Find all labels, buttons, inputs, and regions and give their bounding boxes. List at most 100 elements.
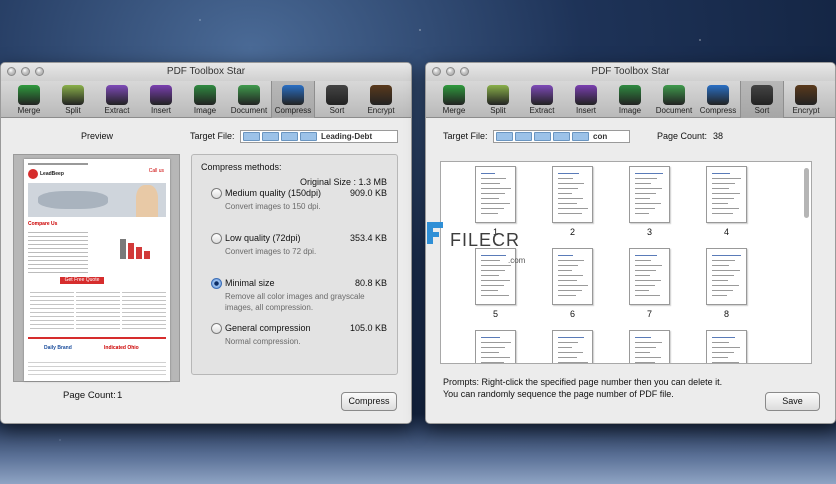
- split-icon: [62, 85, 84, 105]
- tool-compress[interactable]: Compress: [696, 81, 740, 118]
- page-number-label: 2: [569, 227, 575, 237]
- toolbar: Merge Split Extract Insert Image Document Comp…: [426, 81, 835, 118]
- target-file-name: con: [593, 132, 608, 141]
- image-icon: [619, 85, 641, 105]
- save-button[interactable]: Save: [765, 392, 820, 411]
- tool-image[interactable]: Image: [608, 81, 652, 118]
- compress-icon: [707, 85, 729, 105]
- extract-icon: [531, 85, 553, 105]
- compress-methods-title: Compress methods:: [201, 162, 282, 172]
- tool-document[interactable]: Document: [652, 81, 696, 118]
- tool-document[interactable]: Document: [227, 81, 271, 118]
- tool-label: Merge: [17, 106, 41, 115]
- page-thumbnail[interactable]: [552, 330, 593, 363]
- tool-label: Compress: [699, 106, 737, 115]
- tool-merge[interactable]: Merge: [7, 81, 51, 118]
- tool-extract[interactable]: Extract: [95, 81, 139, 118]
- page-thumbnail[interactable]: [706, 166, 747, 223]
- page-thumbnail[interactable]: [706, 248, 747, 305]
- page-thumbnail-grid[interactable]: 12345678: [440, 161, 812, 364]
- toolbar: Merge Split Extract Insert Image Document Comp…: [1, 81, 411, 118]
- tool-label: Compress: [274, 106, 312, 115]
- compress-option-radio[interactable]: [211, 278, 222, 289]
- target-file-path[interactable]: con: [493, 130, 630, 143]
- tool-label: Image: [618, 106, 642, 115]
- page-thumbnail[interactable]: [552, 248, 593, 305]
- prompt-line-1: Prompts: Right-click the specified page …: [443, 377, 723, 387]
- target-file-path[interactable]: Leading-Debt: [240, 130, 398, 143]
- page-number-label: 3: [646, 227, 652, 237]
- compress-option-radio[interactable]: [211, 323, 222, 334]
- page-thumbnail[interactable]: [475, 166, 516, 223]
- page-number-label: 8: [723, 309, 729, 319]
- tool-label: Sort: [329, 106, 345, 115]
- page-thumbnail[interactable]: [629, 248, 670, 305]
- preview-page: LeadBeep Call us Compare Us Get Free Quo…: [24, 159, 170, 381]
- watermark-text: FILECR: [450, 230, 521, 250]
- preview-logo-1: Daily Brand: [44, 345, 72, 351]
- insert-icon: [150, 85, 172, 105]
- page-thumbnail[interactable]: [629, 166, 670, 223]
- preview-logo-2: Indicated Ohio: [104, 345, 139, 351]
- document-icon: [663, 85, 685, 105]
- compress-option-size: 353.4 KB: [349, 233, 387, 243]
- tool-label: Encrypt: [367, 106, 395, 115]
- compress-option-size: 80.8 KB: [354, 278, 387, 288]
- compress-methods-panel: Compress methods: Original Size : 1.3 MB…: [191, 154, 398, 375]
- tool-label: Insert: [150, 106, 171, 115]
- tool-sort[interactable]: Sort: [315, 81, 359, 118]
- tool-merge[interactable]: Merge: [432, 81, 476, 118]
- compress-option-radio[interactable]: [211, 188, 222, 199]
- document-icon: [238, 85, 260, 105]
- compress-window: PDF Toolbox Star Merge Split Extract Insert…: [0, 62, 412, 424]
- page-thumbnail[interactable]: [629, 330, 670, 363]
- tool-split[interactable]: Split: [476, 81, 520, 118]
- compress-option-radio[interactable]: [211, 233, 222, 244]
- title-bar[interactable]: PDF Toolbox Star: [1, 63, 411, 81]
- compress-option-description: Convert images to 150 dpi.: [225, 202, 321, 211]
- merge-icon: [443, 85, 465, 105]
- page-thumbnail[interactable]: [552, 166, 593, 223]
- compress-icon: [282, 85, 304, 105]
- watermark-sub: .com: [508, 256, 526, 265]
- tool-label: Extract: [104, 106, 130, 115]
- tool-extract[interactable]: Extract: [520, 81, 564, 118]
- page-count-value: 1: [117, 390, 123, 401]
- preview-brand: LeadBeep: [40, 171, 64, 177]
- page-count-label: Page Count:: [63, 390, 116, 401]
- tool-compress[interactable]: Compress: [271, 81, 315, 118]
- compress-option-description: Convert images to 72 dpi.: [225, 247, 317, 256]
- page-thumbnail[interactable]: [706, 330, 747, 363]
- tool-label: Insert: [575, 106, 596, 115]
- compress-button[interactable]: Compress: [341, 392, 397, 411]
- tool-image[interactable]: Image: [183, 81, 227, 118]
- insert-icon: [575, 85, 597, 105]
- tool-split[interactable]: Split: [51, 81, 95, 118]
- target-file-label: Target File:: [190, 131, 235, 141]
- page-count-value: 38: [713, 131, 724, 141]
- tool-insert[interactable]: Insert: [564, 81, 608, 118]
- tool-label: Extract: [529, 106, 555, 115]
- tool-insert[interactable]: Insert: [139, 81, 183, 118]
- compress-option-description: Normal compression.: [225, 337, 301, 346]
- page-count-label: Page Count:: [657, 131, 708, 141]
- page-thumbnail[interactable]: [475, 330, 516, 363]
- tool-encrypt[interactable]: Encrypt: [784, 81, 828, 118]
- compress-option-title[interactable]: Low quality (72dpi): [225, 233, 301, 243]
- target-file-name: Leading-Debt: [321, 132, 373, 141]
- tool-sort[interactable]: Sort: [740, 81, 784, 118]
- compress-option-title[interactable]: Medium quality (150dpi): [225, 188, 321, 198]
- preview-cta: Get Free Quote: [60, 277, 104, 284]
- tool-encrypt[interactable]: Encrypt: [359, 81, 403, 118]
- vertical-scrollbar[interactable]: [804, 168, 809, 218]
- compress-option-title[interactable]: General compression: [225, 323, 311, 333]
- compress-option-title[interactable]: Minimal size: [225, 278, 275, 288]
- original-size: Original Size : 1.3 MB: [299, 177, 387, 187]
- title-bar[interactable]: PDF Toolbox Star: [426, 63, 835, 81]
- preview-label: Preview: [81, 131, 114, 141]
- tool-label: Split: [490, 106, 506, 115]
- page-number-label: 4: [723, 227, 729, 237]
- tool-label: Document: [230, 106, 268, 115]
- page-number-label: 6: [569, 309, 575, 319]
- split-icon: [487, 85, 509, 105]
